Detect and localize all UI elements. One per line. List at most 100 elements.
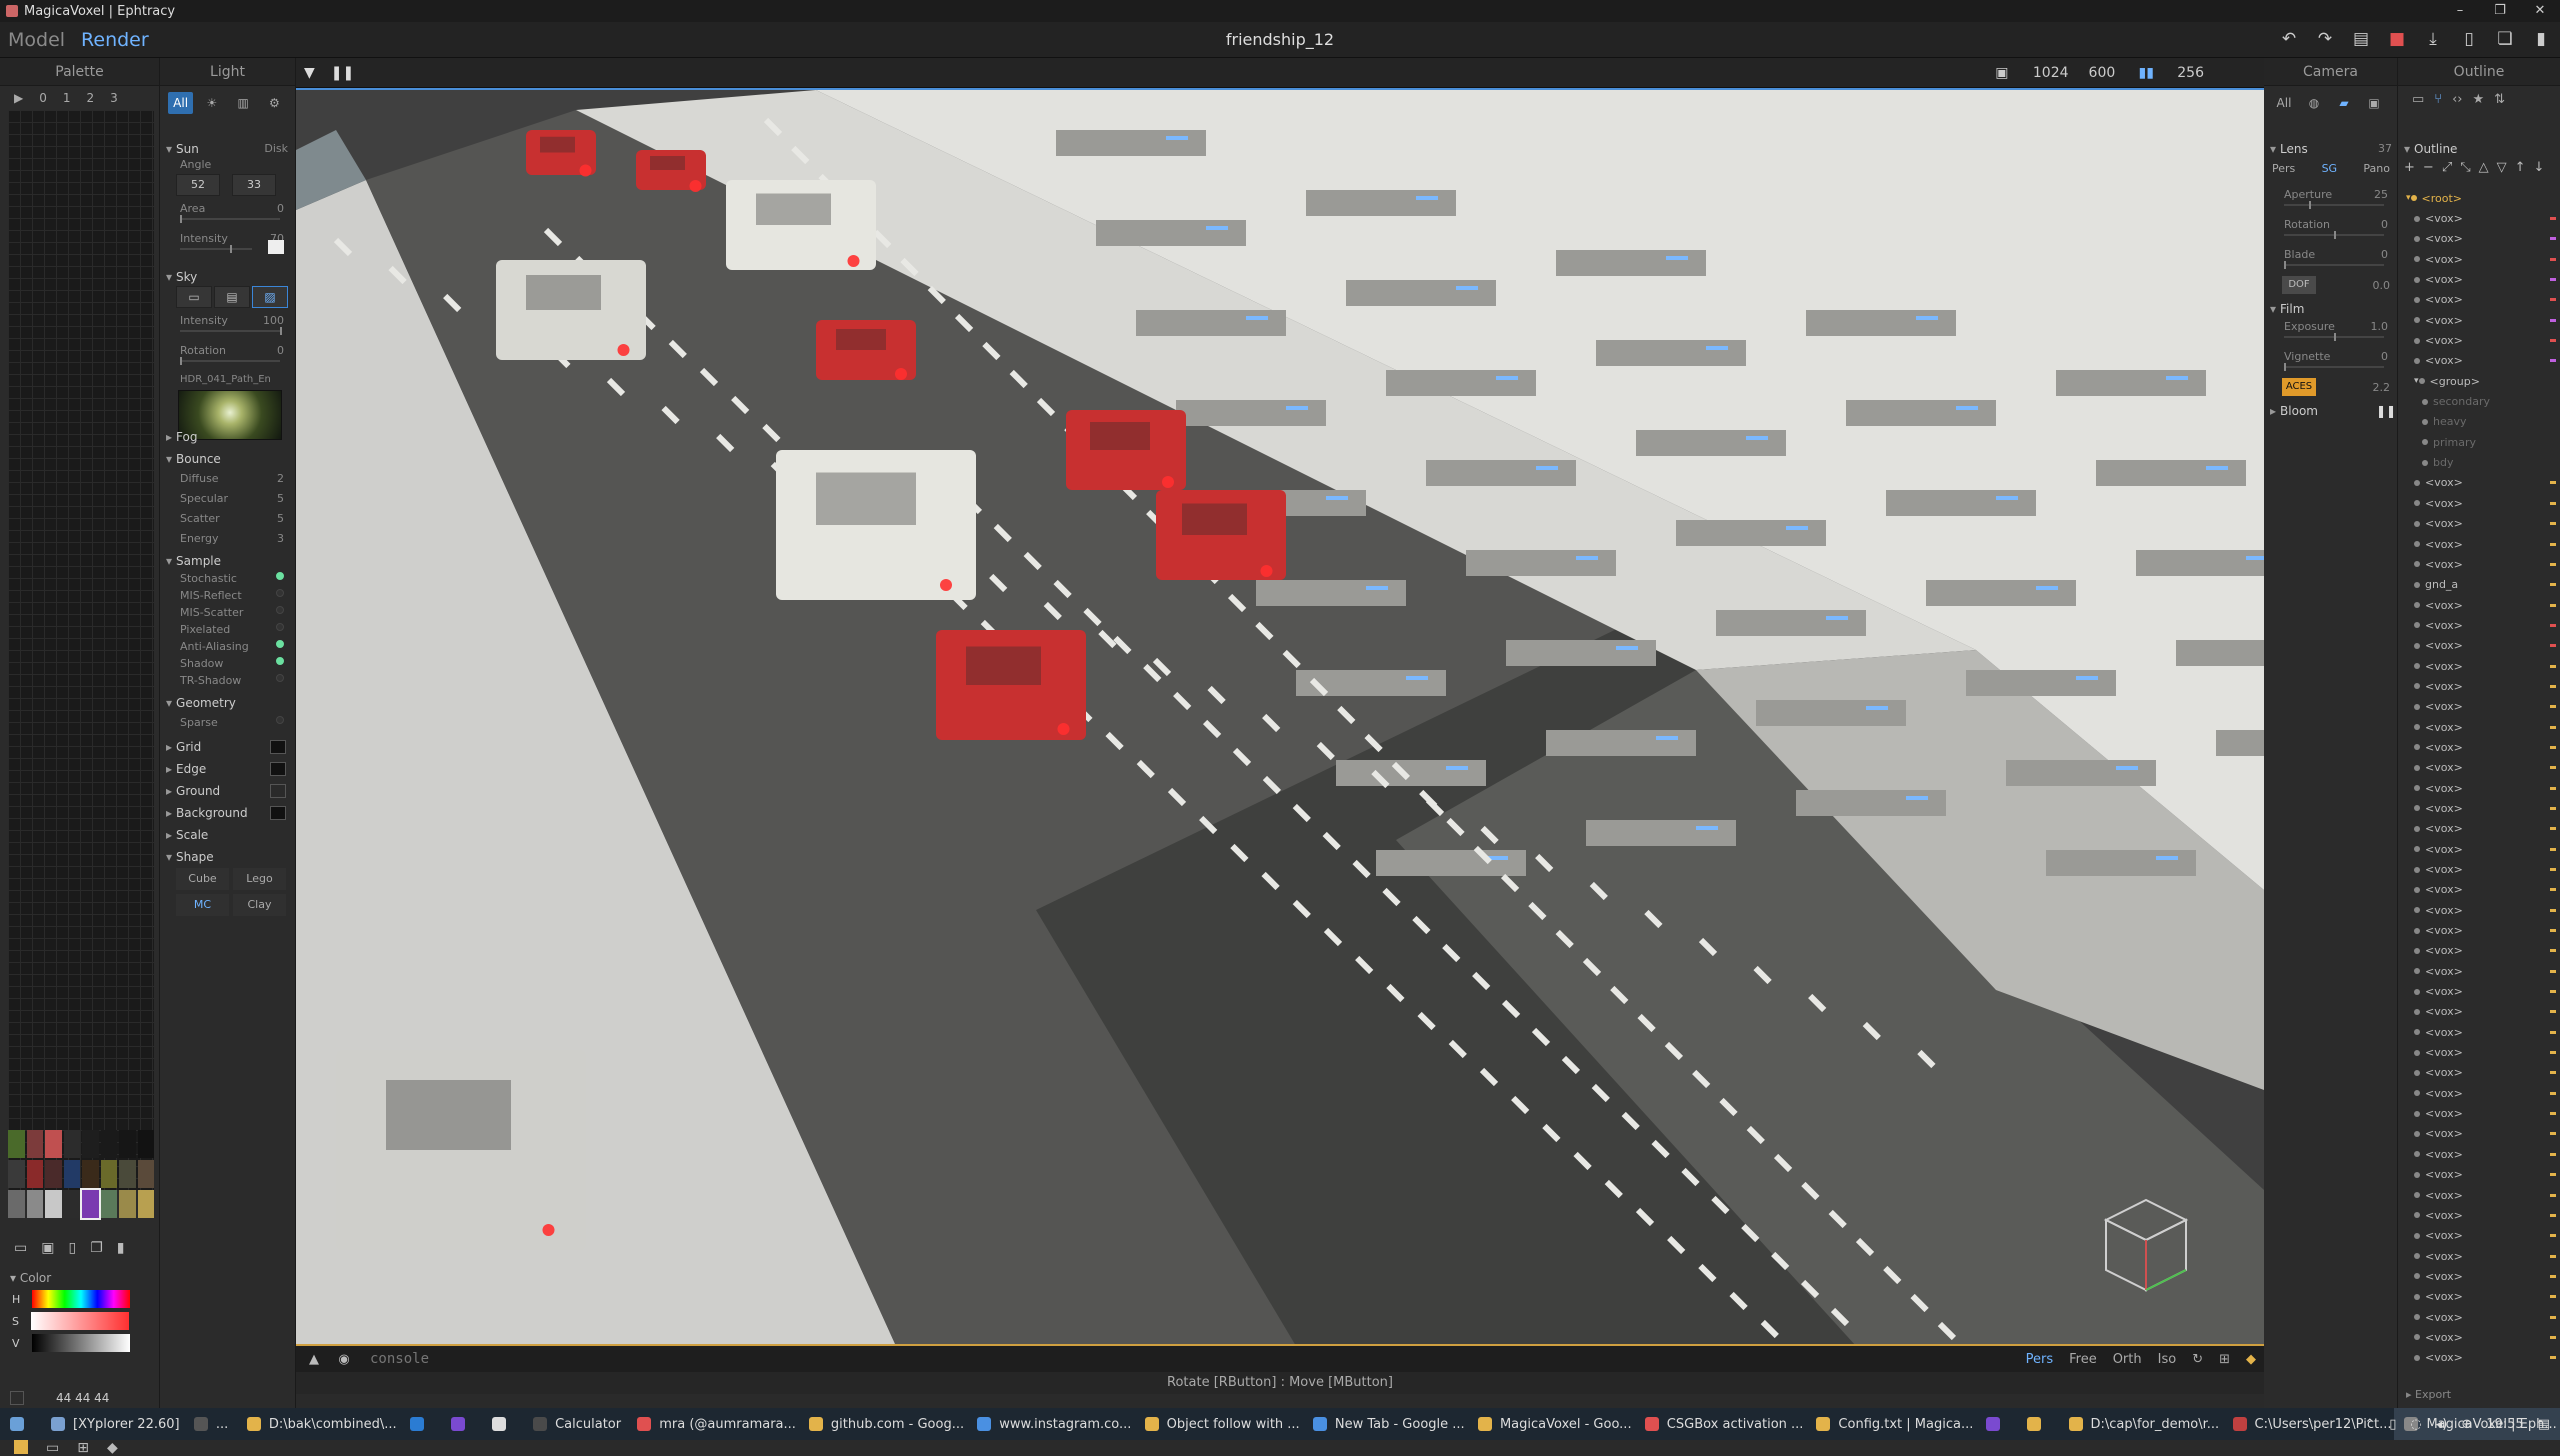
outline-node[interactable]: <vox> <box>2398 229 2560 249</box>
visibility-icon[interactable] <box>2414 1334 2420 1341</box>
visibility-icon[interactable] <box>2414 561 2420 568</box>
outline-node[interactable]: <vox> <box>2398 920 2560 940</box>
visibility-icon[interactable] <box>2414 907 2420 914</box>
sample-option[interactable]: Stochastic <box>180 572 284 585</box>
visibility-icon[interactable] <box>2414 357 2420 364</box>
energy-value[interactable]: 3 <box>277 532 284 545</box>
outline-node[interactable]: <vox> <box>2398 961 2560 981</box>
outline-node[interactable]: <vox> <box>2398 1022 2560 1042</box>
outline-node[interactable]: <vox> <box>2398 595 2560 615</box>
palette-tab-0[interactable]: 0 <box>39 91 47 105</box>
grid-section[interactable]: ▸ Grid <box>166 740 201 754</box>
palette-swatch[interactable] <box>100 1190 117 1218</box>
render-menu-icon[interactable]: ▼ <box>304 65 315 81</box>
light-tab-all[interactable]: All <box>168 92 194 114</box>
visibility-icon[interactable] <box>2414 785 2420 792</box>
start-button[interactable] <box>0 1408 41 1440</box>
blade-slider[interactable] <box>2284 261 2384 269</box>
tray-arrow-icon[interactable]: ⌃ <box>2364 1417 2375 1432</box>
sample-option-toggle[interactable] <box>276 572 284 580</box>
sky-uniform-button[interactable]: ▭ <box>176 286 212 308</box>
palette-tab-3[interactable]: 3 <box>110 91 118 105</box>
dof-toggle[interactable]: DOF <box>2282 276 2316 294</box>
outline-node[interactable]: primary <box>2398 432 2560 452</box>
visibility-icon[interactable] <box>2422 439 2428 446</box>
outline-node[interactable]: <vox> <box>2398 615 2560 635</box>
outline-node[interactable]: <vox> <box>2398 290 2560 310</box>
palette-swatch[interactable] <box>26 1190 43 1218</box>
visibility-icon[interactable] <box>2414 541 2420 548</box>
palette-swatch[interactable] <box>100 1160 117 1188</box>
visibility-icon[interactable] <box>2414 1090 2420 1097</box>
visibility-icon[interactable] <box>2414 1293 2420 1300</box>
visibility-icon[interactable] <box>2414 825 2420 832</box>
outline-node[interactable]: <vox> <box>2398 1042 2560 1062</box>
aperture-slider[interactable] <box>2284 201 2384 209</box>
outline-node[interactable]: <vox> <box>2398 737 2560 757</box>
outline-node[interactable]: secondary <box>2398 391 2560 411</box>
visibility-icon[interactable] <box>2418 378 2425 385</box>
visibility-icon[interactable] <box>2422 459 2428 466</box>
visibility-icon[interactable] <box>2414 215 2420 222</box>
outline-node[interactable]: <vox> <box>2398 758 2560 778</box>
sample-option-toggle[interactable] <box>276 640 284 648</box>
visibility-icon[interactable] <box>2414 296 2420 303</box>
palette-swatch[interactable] <box>82 1130 99 1158</box>
shape-section[interactable]: ▾ Shape <box>166 850 214 864</box>
outline-node[interactable]: <vox> <box>2398 330 2560 350</box>
move-down-icon[interactable]: ↓ <box>2534 160 2545 182</box>
outline-node[interactable]: <vox> <box>2398 676 2560 696</box>
visibility-icon[interactable] <box>2414 1130 2420 1137</box>
sample-count[interactable]: 256 <box>2177 65 2204 81</box>
vignette-slider[interactable] <box>2284 363 2384 371</box>
palette-swatch[interactable] <box>137 1190 154 1218</box>
outline-node[interactable]: <vox> <box>2398 697 2560 717</box>
visibility-icon[interactable] <box>2422 398 2428 405</box>
outline-node[interactable]: <vox> <box>2398 1144 2560 1164</box>
sun-color-chip[interactable] <box>268 240 284 254</box>
sample-option[interactable]: MIS-Scatter <box>180 606 284 619</box>
taskbar-item[interactable]: Object follow with ... <box>1135 1408 1303 1440</box>
blade-value[interactable]: 0 <box>2381 248 2388 261</box>
palette-swatch[interactable] <box>63 1160 80 1188</box>
geometry-section[interactable]: ▾ Geometry <box>166 696 236 710</box>
hierarchy-icon[interactable]: ⑂ <box>2434 92 2442 108</box>
outline-node[interactable]: <vox> <box>2398 534 2560 554</box>
copy-file-icon[interactable]: ❏ <box>2494 28 2516 50</box>
sky-section[interactable]: ▾ Sky <box>166 270 197 284</box>
palette-swatch[interactable] <box>26 1160 43 1188</box>
visibility-icon[interactable] <box>2414 1029 2420 1036</box>
outline-node[interactable]: <vox> <box>2398 269 2560 289</box>
palette-swatch[interactable] <box>119 1190 136 1218</box>
up-triangle-icon[interactable]: △ <box>2479 160 2489 182</box>
sample-option-toggle[interactable] <box>276 606 284 614</box>
network-icon[interactable]: ◌ <box>2410 1417 2421 1432</box>
camera-icon[interactable]: ▰ <box>2332 92 2356 114</box>
folder-icon[interactable]: ▭ <box>2412 92 2424 108</box>
hue-slider[interactable] <box>32 1290 131 1308</box>
tab-render[interactable]: Render <box>73 29 157 51</box>
save-icon[interactable]: ■ <box>2386 28 2408 50</box>
view-orth[interactable]: Orth <box>2113 1352 2142 1367</box>
background-color-chip[interactable] <box>270 806 286 820</box>
saturation-slider[interactable] <box>30 1312 129 1330</box>
console-toggle-icon[interactable]: ▲ <box>302 1352 326 1367</box>
outline-node[interactable]: <vox> <box>2398 473 2560 493</box>
outline-node[interactable]: <vox> <box>2398 1246 2560 1266</box>
outline-node[interactable]: <vox> <box>2398 778 2560 798</box>
aperture-value[interactable]: 25 <box>2374 188 2388 201</box>
lens-mode-sg[interactable]: SG <box>2322 162 2338 175</box>
pause-icon[interactable]: ❚❚ <box>331 65 354 81</box>
palette-swatch[interactable] <box>45 1160 62 1188</box>
palette-swatch[interactable] <box>45 1130 62 1158</box>
minimize-button[interactable]: – <box>2440 0 2480 22</box>
outline-node[interactable]: <vox> <box>2398 1103 2560 1123</box>
edge-section[interactable]: ▸ Edge <box>166 762 206 776</box>
visibility-icon[interactable] <box>2422 418 2428 425</box>
taskbar-item[interactable]: Config.txt | Magica... <box>1806 1408 1976 1440</box>
taskbar-item[interactable]: mra (@aumramara... <box>627 1408 799 1440</box>
sample-section[interactable]: ▾ Sample <box>166 554 221 568</box>
ground-section[interactable]: ▸ Ground <box>166 784 220 798</box>
taskbar-item[interactable]: [XYplorer 22.60] <box>41 1408 184 1440</box>
visibility-icon[interactable] <box>2414 1192 2420 1199</box>
